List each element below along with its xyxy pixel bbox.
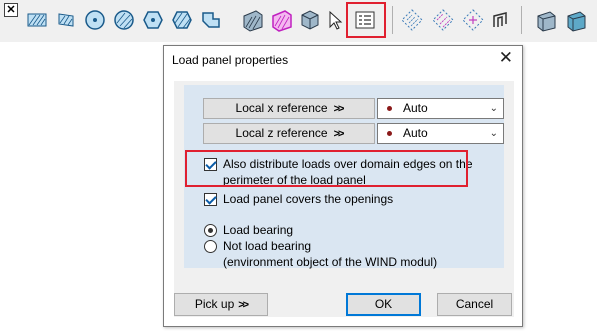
local-z-reference-value: Auto xyxy=(403,126,428,140)
cancel-button[interactable]: Cancel xyxy=(437,293,512,316)
select-pointer-icon[interactable] xyxy=(322,7,348,33)
circle-domain-2-icon[interactable] xyxy=(111,7,137,33)
not-load-bearing-label: Not load bearing xyxy=(223,239,312,253)
covers-openings-label: Load panel covers the openings xyxy=(223,192,394,206)
dotted-rhombus-2-icon[interactable] xyxy=(430,7,456,33)
local-z-reference-label: Local z reference xyxy=(235,126,328,140)
chevron-down-icon: ⌄ xyxy=(489,103,498,114)
dialog-body: Local x reference >> Auto ⌄ Local z refer… xyxy=(174,81,514,317)
local-x-reference-label: Local x reference xyxy=(235,101,328,115)
auto-dot-icon xyxy=(387,106,392,111)
chevron-down-icon: ⌄ xyxy=(489,128,498,139)
double-chevron-right-icon: >> xyxy=(333,128,345,140)
toolbar-separator xyxy=(392,6,393,34)
frame-gate-icon[interactable] xyxy=(488,7,514,33)
toolbar: ✕ xyxy=(0,0,597,42)
double-chevron-right-icon: >> xyxy=(333,103,345,115)
not-load-bearing-radio[interactable] xyxy=(204,240,217,253)
local-z-reference-select[interactable]: Auto ⌄ xyxy=(377,123,504,144)
hatched-parallelogram-icon[interactable] xyxy=(53,7,79,33)
covers-openings-checkbox[interactable] xyxy=(204,193,217,206)
toolbar-highlight-box xyxy=(346,2,386,38)
box-3d-2-icon[interactable] xyxy=(563,7,589,33)
local-x-reference-button[interactable]: Local x reference >> xyxy=(203,98,375,119)
hatched-rectangle-icon[interactable] xyxy=(24,7,50,33)
pick-up-label: Pick up xyxy=(194,297,235,311)
not-load-bearing-note: (environment object of the WIND modul) xyxy=(223,255,438,269)
local-z-reference-button[interactable]: Local z reference >> xyxy=(203,123,375,144)
load-bearing-radio[interactable] xyxy=(204,224,217,237)
dialog-close-icon[interactable]: ✕ xyxy=(499,48,513,68)
hexagon-domain-2-icon[interactable] xyxy=(169,7,195,33)
local-x-reference-select[interactable]: Auto ⌄ xyxy=(377,98,504,119)
magenta-box-icon[interactable] xyxy=(269,7,295,33)
load-bearing-label: Load bearing xyxy=(223,223,294,237)
auto-dot-icon xyxy=(387,131,392,136)
ok-button[interactable]: OK xyxy=(346,293,421,316)
hexagon-domain-icon[interactable] xyxy=(140,7,166,33)
box-3d-icon[interactable] xyxy=(533,7,559,33)
pick-up-button[interactable]: Pick up >> xyxy=(174,293,268,316)
toolbar-close-button[interactable]: ✕ xyxy=(4,3,18,17)
polygon-domain-icon[interactable] xyxy=(198,7,224,33)
faceted-solid-icon[interactable] xyxy=(297,7,323,33)
circle-domain-icon[interactable] xyxy=(82,7,108,33)
toolbar-separator xyxy=(521,6,522,34)
distribute-option-highlight-box xyxy=(185,150,468,187)
dotted-rhombus-arrows-icon[interactable] xyxy=(460,7,486,33)
double-chevron-right-icon: >> xyxy=(238,299,249,311)
local-x-reference-value: Auto xyxy=(403,101,428,115)
dotted-rhombus-icon[interactable] xyxy=(399,7,425,33)
shaded-box-icon[interactable] xyxy=(240,7,266,33)
dialog-title: Load panel properties xyxy=(172,53,289,67)
